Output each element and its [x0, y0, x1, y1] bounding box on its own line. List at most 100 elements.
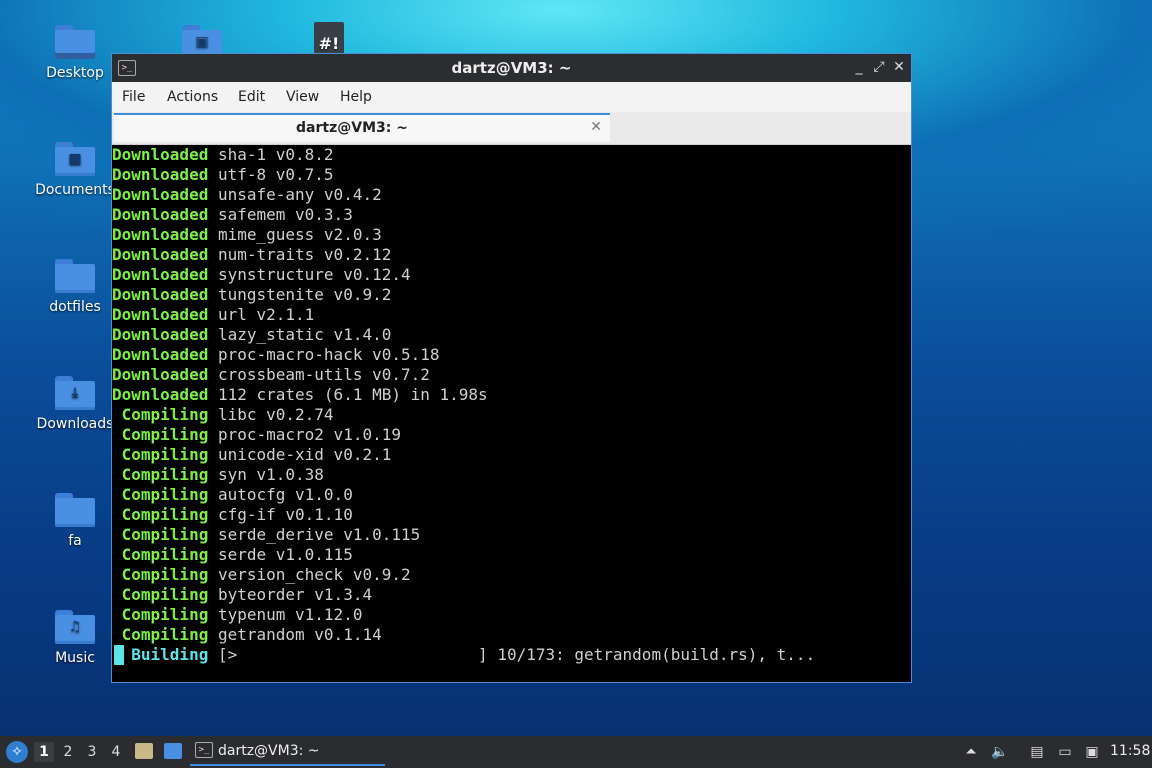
- workspace-3[interactable]: 3: [82, 742, 102, 762]
- terminal-keyword: Downloaded: [112, 245, 209, 264]
- terminal-line: Downloaded mime_guess v2.0.3: [112, 225, 911, 245]
- menu-help[interactable]: Help: [340, 89, 372, 105]
- desktop-icon-label: Downloads: [36, 416, 114, 432]
- terminal-text: typenum v1.12.0: [208, 605, 363, 624]
- taskbar: ✧ 1 2 3 4 >_ dartz@VM3: ~ ⏶ 🔈 ▤ ▭ ▣ 11:5…: [0, 736, 1152, 768]
- terminal-keyword: Compiling: [112, 525, 209, 544]
- folder-desktop-icon: [55, 25, 95, 59]
- terminal-keyword: Downloaded: [112, 325, 209, 344]
- file-manager-icon[interactable]: [135, 743, 153, 759]
- clipboard-icon[interactable]: ▤: [1028, 743, 1046, 761]
- terminal-line: Downloaded num-traits v0.2.12: [112, 245, 911, 265]
- clock[interactable]: 11:58: [1110, 743, 1150, 759]
- folder-documents-icon: ■: [55, 142, 95, 176]
- terminal-text: unicode-xid v0.2.1: [208, 445, 392, 464]
- terminal-line: Downloaded proc-macro-hack v0.5.18: [112, 345, 911, 365]
- terminal-line: Compiling libc v0.2.74: [112, 405, 911, 425]
- updates-icon[interactable]: ⏶: [962, 743, 980, 761]
- terminal-keyword: Downloaded: [112, 285, 209, 304]
- terminal-line: Compiling serde v1.0.115: [112, 545, 911, 565]
- terminal-line: Compiling typenum v1.12.0: [112, 605, 911, 625]
- close-button[interactable]: ✕: [890, 58, 908, 76]
- menu-actions[interactable]: Actions: [167, 89, 218, 105]
- terminal-text: proc-macro-hack v0.5.18: [208, 345, 440, 364]
- show-desktop-icon[interactable]: [164, 743, 182, 759]
- tab-terminal[interactable]: dartz@VM3: ~ ✕: [114, 113, 610, 142]
- terminal-keyword: Compiling: [112, 565, 209, 584]
- desktop-icon-music[interactable]: ♫ Music: [30, 610, 120, 666]
- terminal-line: Downloaded url v2.1.1: [112, 305, 911, 325]
- desktop-icon-label: dotfiles: [49, 299, 101, 315]
- terminal-text: serde v1.0.115: [208, 545, 353, 564]
- terminal-window[interactable]: >_ dartz@VM3: ~ _ ⤢ ✕ File Actions Edit …: [111, 53, 912, 683]
- terminal-line: Compiling autocfg v1.0.0: [112, 485, 911, 505]
- terminal-keyword: Downloaded: [112, 225, 209, 244]
- menu-file[interactable]: File: [122, 89, 145, 105]
- desktop-icon-file[interactable]: #!: [284, 22, 374, 54]
- notifications-icon[interactable]: ▣: [1083, 743, 1101, 761]
- volume-icon[interactable]: 🔈: [991, 743, 1009, 761]
- terminal-text: mime_guess v2.0.3: [208, 225, 382, 244]
- terminal-text: sha-1 v0.8.2: [208, 145, 334, 164]
- terminal-text: syn v1.0.38: [208, 465, 324, 484]
- terminal-line: Downloaded sha-1 v0.8.2: [112, 145, 911, 165]
- terminal-line: Downloaded safemem v0.3.3: [112, 205, 911, 225]
- terminal-keyword: Compiling: [112, 425, 209, 444]
- folder-music-icon: ♫: [55, 610, 95, 644]
- terminal-keyword: Downloaded: [112, 205, 209, 224]
- folder-icon: [55, 259, 95, 293]
- workspace-2[interactable]: 2: [58, 742, 78, 762]
- terminal-line: Downloaded lazy_static v1.4.0: [112, 325, 911, 345]
- terminal-line: Compiling version_check v0.9.2: [112, 565, 911, 585]
- terminal-line: Compiling proc-macro2 v1.0.19: [112, 425, 911, 445]
- menu-edit[interactable]: Edit: [238, 89, 265, 105]
- terminal-keyword: Compiling: [112, 405, 209, 424]
- desktop-icon-desktop[interactable]: Desktop: [30, 25, 120, 81]
- terminal-keyword: Compiling: [112, 585, 209, 604]
- desktop-icon-dotfiles[interactable]: dotfiles: [30, 259, 120, 315]
- terminal-line: Downloaded synstructure v0.12.4: [112, 265, 911, 285]
- terminal-text: libc v0.2.74: [208, 405, 334, 424]
- terminal-keyword: Compiling: [112, 485, 209, 504]
- desktop-icon-documents[interactable]: ■ Documents: [30, 142, 120, 198]
- terminal-line: Compiling unicode-xid v0.2.1: [112, 445, 911, 465]
- terminal-keyword: Downloaded: [112, 185, 209, 204]
- terminal-line: Downloaded tungstenite v0.9.2: [112, 285, 911, 305]
- taskbar-terminal-button[interactable]: >_ dartz@VM3: ~: [190, 738, 385, 766]
- window-titlebar[interactable]: >_ dartz@VM3: ~ _ ⤢ ✕: [112, 54, 911, 82]
- desktop-icon-fa[interactable]: fa: [30, 493, 120, 549]
- terminal-line-building: Building [> ] 10/173: getrandom(build.rs…: [112, 645, 911, 665]
- terminal-text: getrandom v0.1.14: [208, 625, 382, 644]
- terminal-line: Compiling syn v1.0.38: [112, 465, 911, 485]
- terminal-text: 112 crates (6.1 MB) in 1.98s: [208, 385, 488, 404]
- terminal-keyword: Compiling: [112, 605, 209, 624]
- tab-title: dartz@VM3: ~: [296, 120, 408, 136]
- terminal-output[interactable]: Downloaded sha-1 v0.8.2 Downloaded utf-8 …: [112, 145, 911, 682]
- menu-bar: File Actions Edit View Help: [112, 82, 911, 112]
- desktop-icon-downloads[interactable]: ⤓ Downloads: [30, 376, 120, 432]
- workspace-4[interactable]: 4: [106, 742, 126, 762]
- minimize-button[interactable]: _: [850, 58, 868, 76]
- network-icon[interactable]: ▭: [1056, 743, 1074, 761]
- terminal-text: url v2.1.1: [208, 305, 315, 324]
- taskbar-terminal-label: dartz@VM3: ~: [218, 743, 320, 759]
- terminal-line: Downloaded utf-8 v0.7.5: [112, 165, 911, 185]
- tab-close-icon[interactable]: ✕: [590, 119, 602, 135]
- terminal-text: num-traits v0.2.12: [208, 245, 392, 264]
- start-menu-icon[interactable]: ✧: [6, 741, 28, 763]
- terminal-text: [> ] 10/173: getrandom(build.rs), t...: [208, 645, 816, 664]
- terminal-text: byteorder v1.3.4: [208, 585, 373, 604]
- menu-view[interactable]: View: [286, 89, 319, 105]
- workspace-1[interactable]: 1: [34, 742, 54, 762]
- folder-downloads-icon: ⤓: [55, 376, 95, 410]
- terminal-keyword: Compiling: [112, 625, 209, 644]
- terminal-icon: >_: [195, 742, 213, 758]
- terminal-keyword: Downloaded: [112, 265, 209, 284]
- terminal-keyword: Compiling: [112, 505, 209, 524]
- terminal-text: serde_derive v1.0.115: [208, 525, 421, 544]
- folder-icon: [55, 493, 95, 527]
- terminal-line: Compiling getrandom v0.1.14: [112, 625, 911, 645]
- window-title: dartz@VM3: ~: [451, 59, 572, 77]
- terminal-keyword: Downloaded: [112, 165, 209, 184]
- maximize-button[interactable]: ⤢: [870, 58, 888, 76]
